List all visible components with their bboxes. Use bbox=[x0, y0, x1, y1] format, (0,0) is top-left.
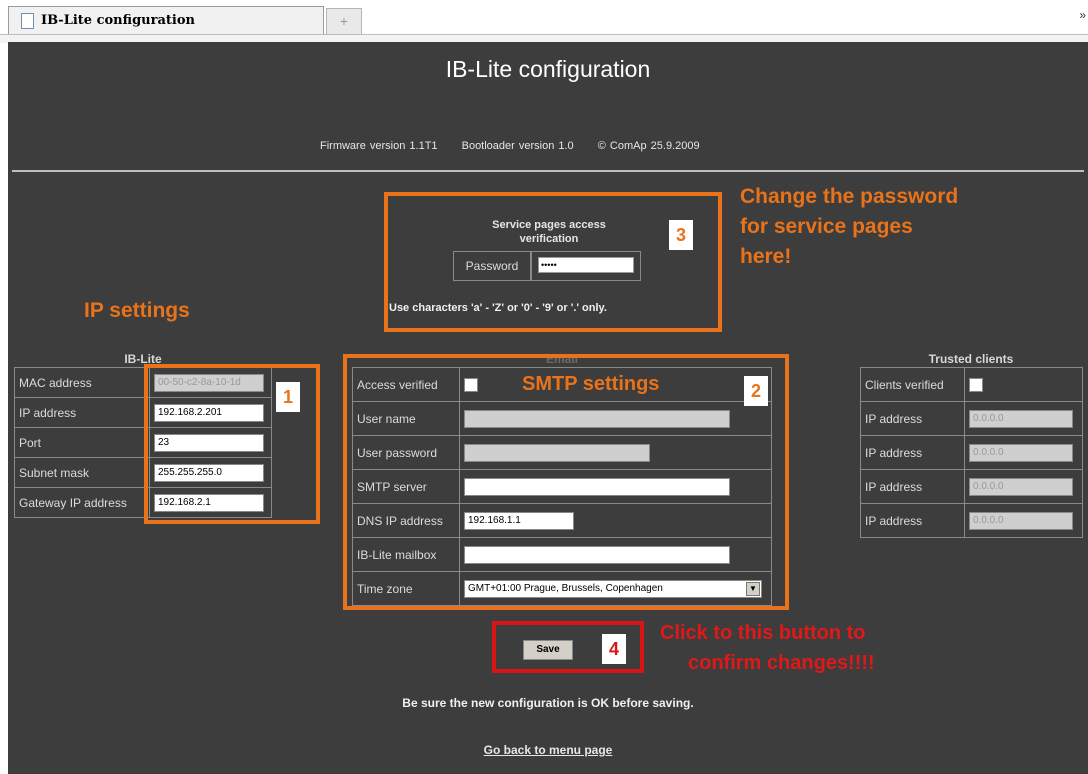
annotation-number-2: 2 bbox=[744, 376, 768, 406]
row-label: Gateway IP address bbox=[14, 487, 150, 518]
trusted-clients-title: Trusted clients bbox=[928, 352, 1014, 366]
password-hint: Use characters 'a' - 'Z' or '0' - '9' or… bbox=[389, 302, 607, 314]
annotation-number-4: 4 bbox=[602, 634, 626, 664]
save-button[interactable]: Save bbox=[523, 640, 573, 660]
browser-tab[interactable]: IB-Lite configuration bbox=[8, 6, 324, 34]
table-row: IP address 0.0.0.0 bbox=[860, 401, 1083, 436]
annotation-line: confirm changes!!!! bbox=[688, 652, 875, 674]
row-label: Clients verified bbox=[860, 367, 965, 402]
annotation-line: Change the password bbox=[740, 185, 959, 208]
row-label: IP address bbox=[860, 469, 965, 504]
row-label: IP address bbox=[860, 503, 965, 538]
annotation-number-3: 3 bbox=[669, 220, 693, 250]
tab-scroll-icon[interactable]: » bbox=[1079, 8, 1086, 22]
table-row: IP address 0.0.0.0 bbox=[860, 435, 1083, 470]
copyright: © ComAp 25.9.2009 bbox=[597, 140, 700, 152]
row-value-cell bbox=[964, 367, 1083, 402]
change-password-annotation: Change the password for service pages he… bbox=[740, 182, 958, 272]
annotation-line: for service pages bbox=[740, 215, 913, 238]
password-input[interactable]: ••••• bbox=[538, 257, 634, 273]
table-row: Clients verified bbox=[860, 367, 1083, 402]
trusted-ip-field[interactable]: 0.0.0.0 bbox=[969, 409, 1073, 428]
row-value-cell: 0.0.0.0 bbox=[964, 435, 1083, 470]
row-value-cell: 0.0.0.0 bbox=[964, 503, 1083, 538]
bootloader-version: Bootloader version 1.0 bbox=[461, 140, 574, 152]
password-label: Password bbox=[453, 251, 531, 281]
service-heading: Service pages access verification bbox=[492, 219, 606, 245]
firmware-version: Firmware version 1.1T1 bbox=[320, 140, 438, 152]
back-to-menu-link[interactable]: Go back to menu page bbox=[8, 743, 1088, 757]
annotation-number-1: 1 bbox=[276, 382, 300, 412]
row-value-cell: 0.0.0.0 bbox=[964, 401, 1083, 436]
trusted-ip-field[interactable]: 0.0.0.0 bbox=[969, 477, 1073, 496]
row-label: IP address bbox=[14, 397, 150, 428]
trusted-ip-field[interactable]: 0.0.0.0 bbox=[969, 511, 1073, 530]
browser-tab-title: IB-Lite configuration bbox=[41, 13, 195, 28]
table-row: IP address 0.0.0.0 bbox=[860, 469, 1083, 504]
browser-tab-bar: IB-Lite configuration + » bbox=[0, 0, 1088, 43]
table-row: IP address 0.0.0.0 bbox=[860, 503, 1083, 538]
password-cell: ••••• bbox=[531, 251, 641, 281]
confirm-annotation: Click to this button to confirm changes!… bbox=[660, 618, 875, 678]
config-page: IB-Lite configuration Firmware version 1… bbox=[8, 42, 1088, 774]
annotation-line: here! bbox=[740, 245, 792, 268]
row-label: Subnet mask bbox=[14, 457, 150, 488]
version-info: Firmware version 1.1T1 Bootloader versio… bbox=[320, 140, 720, 152]
trusted-clients-table: Clients verified IP address 0.0.0.0 IP a… bbox=[860, 367, 1083, 538]
page-icon bbox=[21, 13, 34, 29]
row-label: Port bbox=[14, 427, 150, 458]
clients-verified-checkbox[interactable] bbox=[969, 377, 983, 392]
row-label: IP address bbox=[860, 435, 965, 470]
row-label: MAC address bbox=[14, 367, 150, 398]
trusted-ip-field[interactable]: 0.0.0.0 bbox=[969, 443, 1073, 462]
ip-settings-annotation: IP settings bbox=[84, 299, 190, 322]
row-value-cell: 0.0.0.0 bbox=[964, 469, 1083, 504]
divider bbox=[12, 170, 1084, 172]
smtp-settings-annotation: SMTP settings bbox=[522, 373, 660, 395]
annotation-line: Click to this button to bbox=[660, 622, 866, 644]
row-label: IP address bbox=[860, 401, 965, 436]
page-title: IB-Lite configuration bbox=[445, 56, 651, 82]
service-heading-wrap: Service pages access verification bbox=[384, 218, 714, 248]
new-tab-button[interactable]: + bbox=[326, 8, 362, 34]
save-warning: Be sure the new configuration is OK befo… bbox=[402, 696, 694, 710]
